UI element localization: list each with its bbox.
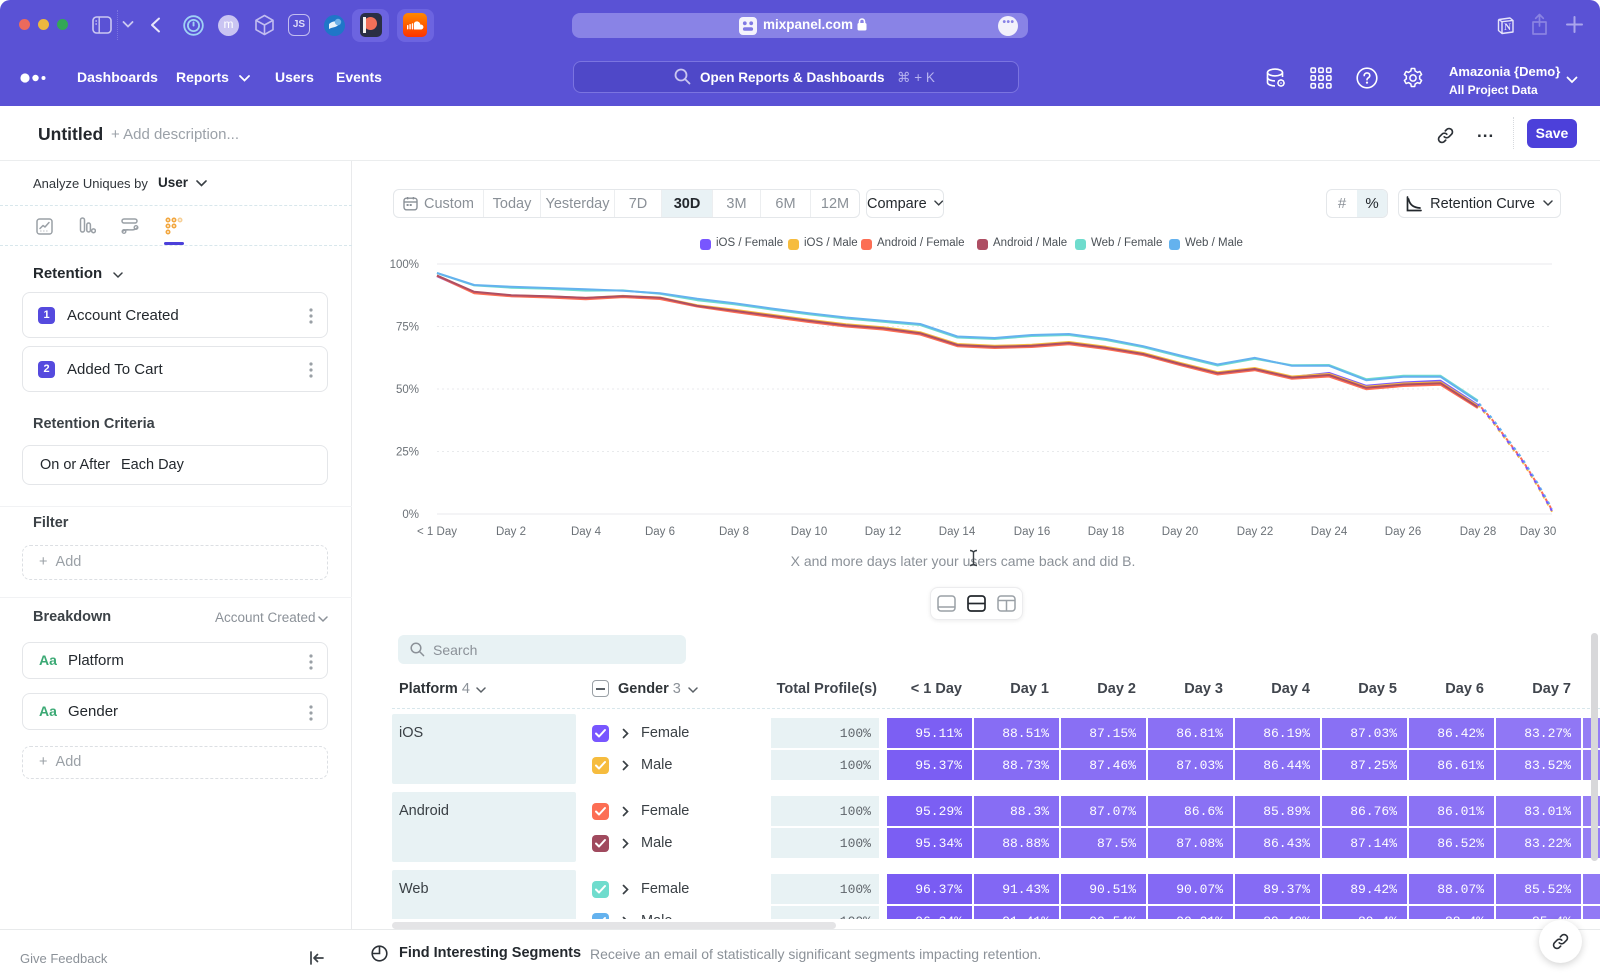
svg-text:75%: 75% [396, 322, 419, 334]
svg-text:Day 18: Day 18 [1088, 526, 1124, 538]
svg-text:Day 8: Day 8 [719, 526, 749, 538]
svg-text:Day 10: Day 10 [791, 526, 827, 538]
svg-text:50%: 50% [396, 384, 419, 396]
svg-text:N: N [1504, 23, 1511, 33]
svg-text:Day 26: Day 26 [1385, 526, 1421, 538]
svg-text:Day 30: Day 30 [1520, 526, 1556, 538]
svg-text:Day 24: Day 24 [1311, 526, 1348, 538]
svg-text:100%: 100% [390, 259, 419, 271]
svg-text:0%: 0% [402, 509, 419, 521]
svg-text:Day 2: Day 2 [496, 526, 526, 538]
svg-text:Day 12: Day 12 [865, 526, 901, 538]
svg-text:Day 22: Day 22 [1237, 526, 1273, 538]
svg-text:Day 28: Day 28 [1460, 526, 1496, 538]
svg-text:25%: 25% [396, 447, 419, 459]
svg-text:< 1 Day: < 1 Day [417, 526, 457, 538]
svg-text:Day 4: Day 4 [571, 526, 602, 538]
svg-text:Day 14: Day 14 [939, 526, 976, 538]
svg-text:Day 6: Day 6 [645, 526, 675, 538]
svg-text:Day 20: Day 20 [1162, 526, 1198, 538]
svg-text:Day 16: Day 16 [1014, 526, 1050, 538]
